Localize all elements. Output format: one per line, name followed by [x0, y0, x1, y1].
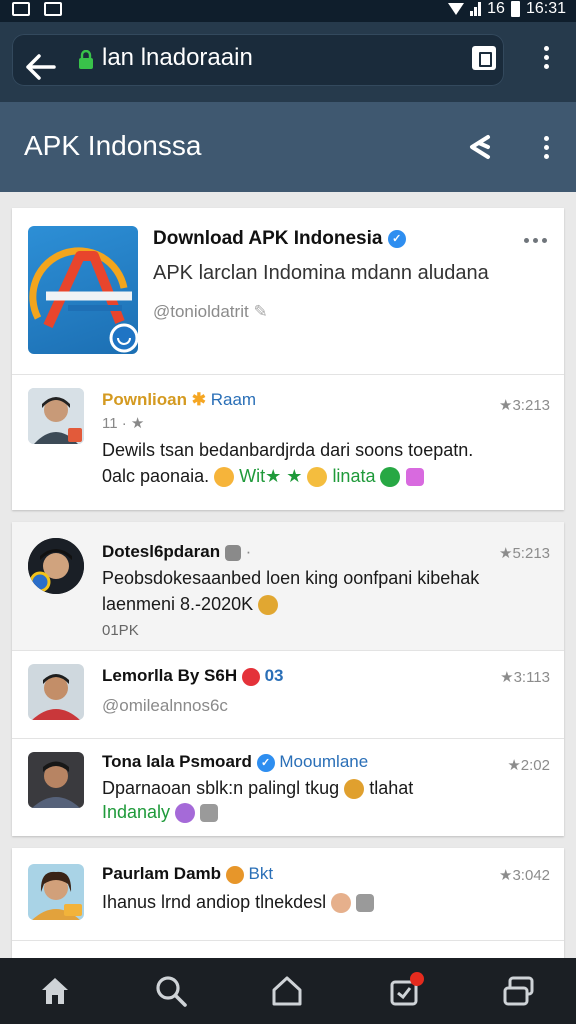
post-time: ★5:213: [499, 545, 550, 562]
url-text[interactable]: lan lnadoraain: [102, 44, 253, 72]
download-icon: [356, 894, 375, 913]
emoji-icon: [331, 893, 352, 914]
person-icon: [224, 544, 241, 561]
check-icon: [200, 804, 219, 823]
bottom-navigation: [0, 958, 576, 1024]
post-handle: @omilealnnos6c: [102, 696, 228, 715]
profile-description: APK larclan Indomina mdann aludana: [153, 262, 489, 284]
lock-icon: [79, 50, 93, 69]
post-meta: 01PK: [102, 622, 139, 639]
divider: [12, 374, 564, 375]
post-text-highlight: Wit: [239, 466, 266, 486]
post-meta: 11 · ★: [102, 415, 145, 432]
post-text-link[interactable]: Indanaly: [102, 802, 170, 822]
verified-icon: ✓: [387, 229, 406, 248]
avatar[interactable]: [28, 752, 84, 808]
post-text: Ihanus lrnd andiop tlnekdesl: [102, 892, 327, 912]
browser-menu-icon[interactable]: [542, 46, 550, 69]
avatar[interactable]: [28, 388, 84, 444]
gallery-icon: [44, 2, 62, 16]
divider: [12, 650, 564, 651]
post-author-tag[interactable]: Raam: [211, 390, 256, 409]
search-icon[interactable]: [154, 974, 188, 1008]
home-outline-icon[interactable]: [270, 974, 304, 1008]
post-author[interactable]: Paurlam Damb: [102, 864, 221, 883]
star-icon: ★ ★: [265, 466, 303, 486]
wifi-icon: [448, 3, 465, 15]
app-menu-icon[interactable]: [542, 136, 550, 159]
badge-icon: [225, 865, 244, 884]
divider: [12, 738, 564, 739]
emoji-icon: [214, 467, 235, 488]
apk-logo: [28, 226, 138, 354]
post-text: Dparnaoan sblk:n palingl tkug: [102, 778, 340, 798]
post-author[interactable]: Pownlioan: [102, 390, 187, 409]
heart-icon: [175, 803, 196, 824]
signal-icon: [470, 2, 482, 16]
post-text-end: tlahat: [369, 778, 414, 798]
post-time: ★3:113: [500, 669, 550, 686]
post-author[interactable]: Lemorlla By S6H: [102, 666, 237, 685]
avatar[interactable]: [28, 538, 84, 594]
share-icon[interactable]: [466, 134, 494, 160]
post-author[interactable]: Dotesl6pdaran: [102, 542, 220, 561]
tabs-icon[interactable]: [502, 974, 536, 1008]
star-icon: ✱: [191, 390, 206, 409]
avatar[interactable]: [28, 664, 84, 720]
post-time: ★3:213: [499, 397, 550, 414]
post-author[interactable]: Tona lala Psmoard: [102, 752, 252, 771]
post-author-tag[interactable]: Bkt: [249, 864, 274, 883]
edit-icon[interactable]: ✎: [253, 302, 267, 321]
post-time: ★3:042: [499, 867, 550, 884]
feed-card: Dotesl6pdaran · ★5:213 Peobsdokesaanbed …: [12, 522, 564, 836]
battery-icon: [510, 1, 520, 17]
post-time: ★2:02: [507, 757, 550, 774]
emoji-icon: [344, 779, 365, 800]
emoji-icon: [258, 595, 279, 616]
profile-card: Download APK Indonesia ✓ APK larclan Ind…: [12, 208, 564, 510]
post-text: Peobsdokesaanbed loen king oonfpani kibe…: [102, 568, 480, 588]
profile-handle: @tonioldatrit: [153, 302, 249, 321]
profile-more-icon[interactable]: [524, 238, 547, 243]
badge-icon: [241, 667, 260, 686]
post-text-line2: 0alc paonaia.: [102, 466, 210, 486]
check-icon: [380, 467, 401, 488]
status-bar: 16 16:31: [0, 0, 576, 22]
app-title: APK Indonssa: [24, 130, 202, 161]
avatar[interactable]: [28, 864, 84, 920]
back-arrow-icon[interactable]: [24, 52, 58, 82]
browser-bar: lan lnadoraain: [0, 22, 576, 102]
post-text: Dewils tsan bedanbardjrda dari soons toe…: [102, 440, 474, 460]
status-time: 16:31: [525, 0, 566, 17]
divider: [12, 940, 564, 941]
network-label: 16: [487, 0, 505, 17]
heart-icon: [405, 468, 424, 487]
home-icon[interactable]: [38, 974, 72, 1008]
notification-badge: [410, 972, 424, 986]
verified-icon: ✓: [256, 753, 275, 772]
emoji-icon: [307, 467, 328, 488]
mail-icon: [12, 2, 30, 16]
profile-name: Download APK Indonesia: [153, 228, 383, 249]
tab-switch-icon[interactable]: [472, 46, 496, 70]
post-author-tag[interactable]: Mooumlane: [279, 752, 368, 771]
post-text-link[interactable]: linata: [332, 466, 375, 486]
post-author-tag: 03: [264, 666, 284, 685]
post-text-line2: laenmeni 8.-2020K: [102, 594, 254, 614]
feed-card: Paurlam Damb Bkt ★3:042 Ihanus lrnd andi…: [12, 848, 564, 968]
